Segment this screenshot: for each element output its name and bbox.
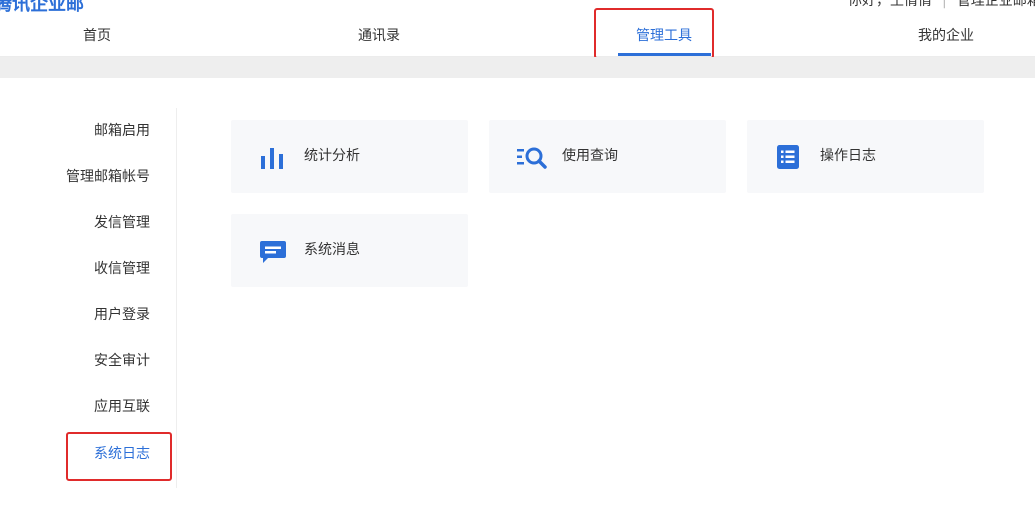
sidebar-item-receive-management[interactable]: 收信管理 [94,246,150,292]
sidebar-item-manage-accounts[interactable]: 管理邮箱帐号 [66,154,150,200]
search-list-icon [517,147,547,169]
user-info: 你好，王倩倩 | 管理企业邮箱 [848,0,1035,10]
sidebar-item-user-login[interactable]: 用户登录 [94,292,150,338]
message-icon [260,241,286,263]
bar-chart-icon [261,148,283,169]
tool-card-usage-query[interactable]: 使用查询 [489,120,726,193]
log-list-icon [777,145,799,169]
sidebar: 邮箱启用 管理邮箱帐号 发信管理 收信管理 用户登录 安全审计 应用互联 系统日… [0,108,177,488]
main-nav: 首页 通讯录 管理工具 我的企业 [0,15,1035,57]
tool-card-operation-log[interactable]: 操作日志 [747,120,984,193]
brand-logo-text: 腾讯企业邮 [0,0,84,15]
sidebar-item-mailbox-enable[interactable]: 邮箱启用 [94,108,150,154]
tool-card-label: 系统消息 [304,242,360,258]
top-strip: 腾讯企业邮 你好，王倩倩 | 管理企业邮箱 [0,0,1035,15]
tool-card-statistics[interactable]: 统计分析 [231,120,468,193]
header-divider-bar [0,57,1035,78]
nav-tab-admin-tools[interactable]: 管理工具 [636,15,692,57]
nav-tab-my-enterprise[interactable]: 我的企业 [918,15,974,57]
tool-card-label: 统计分析 [304,148,360,164]
sidebar-item-send-management[interactable]: 发信管理 [94,200,150,246]
active-tab-indicator [618,53,711,56]
tool-card-label: 操作日志 [820,148,876,164]
nav-tab-home[interactable]: 首页 [83,15,111,57]
user-greeting: 你好，王倩倩 [848,0,932,9]
sidebar-item-security-audit[interactable]: 安全审计 [94,338,150,384]
sidebar-item-system-log[interactable]: 系统日志 [94,431,150,477]
manage-mailbox-link[interactable]: 管理企业邮箱 [957,0,1035,9]
tool-card-system-message[interactable]: 系统消息 [231,214,468,287]
nav-tab-contacts[interactable]: 通讯录 [358,15,400,57]
sidebar-item-app-integration[interactable]: 应用互联 [94,384,150,430]
tool-card-label: 使用查询 [562,148,618,164]
